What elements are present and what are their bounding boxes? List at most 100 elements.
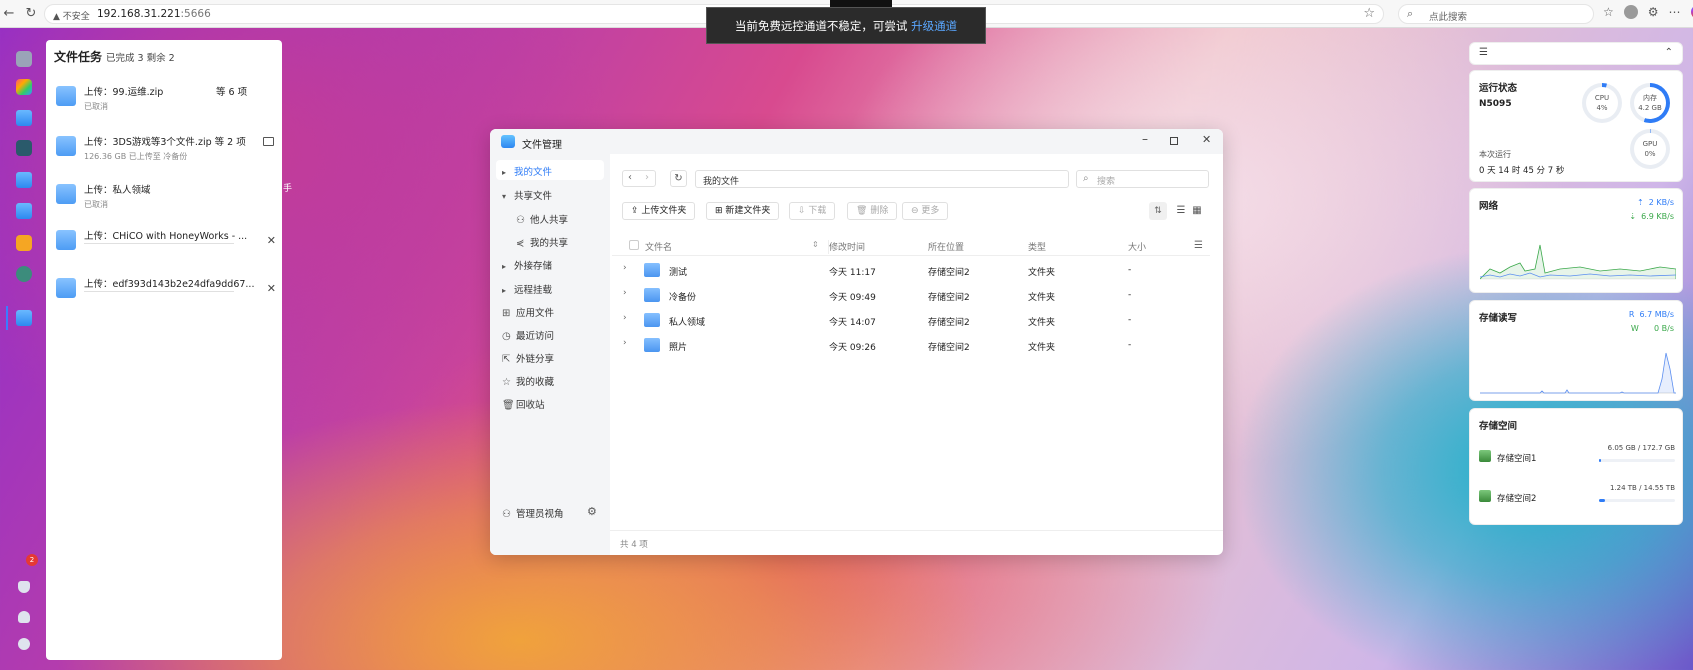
upgrade-channel-link[interactable]: 升级通道 [911,19,957,33]
browser-search-box[interactable]: ⌕ 点此搜索 [1398,4,1594,24]
new-folder-button[interactable]: ⊞ 新建文件夹 [706,202,780,220]
sidebar-item-remote-mount[interactable]: ▸ 远程挂载 [502,282,552,296]
sidebar-item-shared-by-others[interactable]: ⚇ 他人共享 [516,212,568,226]
column-location[interactable]: 所在位置 [928,240,964,253]
external-link-icon: ⇱ [502,354,511,365]
terminal-icon[interactable] [16,140,32,156]
delete-button[interactable]: 🗑 删除 [847,202,898,220]
network-widget: 网络 ⇡ 2 KB/s ⇣ 6.9 KB/s [1469,188,1683,293]
security-indicator[interactable]: ▲ 不安全 [53,9,90,22]
more-button[interactable]: ⊖ 更多 [902,202,949,220]
disk-io-sparkline [1480,352,1676,394]
grid-view-icon[interactable]: ▦ [1188,202,1206,220]
column-size[interactable]: 大小 [1128,240,1146,253]
table-row[interactable]: › 冷备份 今天 09:49 存储空间2 文件夹 - [612,284,1200,308]
storage-volume[interactable]: 存储空间2 1.24 TB / 14.55 TB [1479,484,1675,508]
column-name[interactable]: 文件名 [645,240,672,253]
storage-volume[interactable]: 存储空间1 6.05 GB / 172.7 GB [1479,444,1675,468]
settings-icon[interactable]: ⚙ [1648,5,1659,19]
bell-icon[interactable] [18,581,30,593]
expand-icon[interactable]: › [623,263,627,273]
reload-icon[interactable]: ↻ [22,5,40,23]
refresh-icon[interactable]: ↻ [670,170,687,187]
folder-app-icon[interactable] [16,172,32,188]
back-icon[interactable]: ← [0,5,18,23]
volume-name: 存储空间1 [1497,454,1537,464]
favorites-icon[interactable]: ☆ [1603,5,1614,19]
sidebar-item-recent[interactable]: ◷ 最近访问 [502,328,554,342]
task-name: 上传：edf393d143b2e24dfa9dd67... [84,279,255,290]
settings-app-icon[interactable] [16,266,32,282]
memory-value: 4.2 GB [1638,104,1662,112]
task-item[interactable]: 上传：edf393d143b2e24dfa9dd67... ✕ [56,274,276,312]
close-icon[interactable]: ✕ [267,234,276,247]
sort-indicator-icon[interactable]: ⇕ [812,240,819,249]
forward-icon[interactable]: › [645,172,649,183]
file-modified: 今天 11:17 [829,268,876,278]
download-button[interactable]: ⇩ 下载 [789,202,836,220]
settings-icon[interactable]: ⚙ [587,505,597,518]
task-item[interactable]: 上传：CHiCO with HoneyWorks - ... ✕ [56,226,276,264]
sidebar-item-favorites[interactable]: ☆ 我的收藏 [502,374,554,388]
overflow-text: 手 [283,184,293,194]
gpu-gauge: GPU 0% [1630,129,1670,169]
volume-usage: 1.24 TB / 14.55 TB [1609,484,1675,492]
folder-app-icon[interactable] [16,110,32,126]
upload-folder-button[interactable]: ⇪ 上传文件夹 [622,202,696,220]
table-row[interactable]: › 照片 今天 09:26 存储空间2 文件夹 - [612,334,1200,358]
folder-app-icon[interactable] [16,203,32,219]
widgets-settings-icon[interactable]: ☰ [1479,47,1488,58]
open-folder-icon[interactable] [263,137,274,146]
table-row[interactable]: › 测试 今天 11:17 存储空间2 文件夹 - [612,259,1200,283]
task-extra: 等 6 项 [216,87,248,98]
sidebar-item-link-share[interactable]: ⇱ 外链分享 [502,351,554,365]
user-icon: ⚇ [516,215,525,226]
column-settings-icon[interactable]: ☰ [1194,240,1203,251]
file-search-input[interactable]: ⌕ 搜索 [1076,170,1209,188]
button-label: 更多 [921,206,940,216]
admin-view-toggle[interactable]: ⚇ 管理员视角 [502,506,564,520]
maximize-icon[interactable] [1170,137,1178,145]
sidebar-item-my-files[interactable]: ▸ 我的文件 [502,164,552,178]
sort-icon[interactable]: ⇅ [1149,202,1167,220]
button-label: 删除 [870,206,889,216]
column-modified[interactable]: 修改时间 [829,240,865,253]
collapse-icon[interactable]: ⌃ [1665,47,1673,58]
expand-icon[interactable]: › [623,338,627,348]
task-item[interactable]: 上传：3DS游戏等3个文件.zip 等 2 项 126.36 GB 已上传至 冷… [56,132,276,170]
close-icon[interactable]: ✕ [267,282,276,295]
sidebar-item-shared-files[interactable]: ▾ 共享文件 [502,188,552,202]
task-item[interactable]: 上传：99.运维.zip 等 6 项 已取消 [56,82,276,120]
path-bar[interactable]: 我的文件 [695,170,1069,188]
toast-message: 当前免费远控通道不稳定，可尝试 [734,19,908,33]
sidebar-item-app-files[interactable]: ⊞ 应用文件 [502,305,554,319]
file-manager-dock-icon[interactable] [16,310,32,326]
sidebar-item-my-shares[interactable]: ⋞ 我的共享 [516,235,568,249]
task-item[interactable]: 上传：私人领域 已取消 [56,180,276,218]
file-size: - [1128,290,1132,300]
column-type[interactable]: 类型 [1028,240,1046,253]
user-icon[interactable] [18,611,30,623]
gear-icon[interactable] [18,638,30,650]
upload-rate: ⇡ 2 KB/s [1636,198,1674,207]
close-icon[interactable]: ✕ [1202,133,1211,146]
notes-icon[interactable] [16,235,32,251]
sidebar-item-external-storage[interactable]: ▸ 外接存储 [502,258,552,272]
back-icon[interactable]: ‹ [628,172,632,183]
app-center-icon[interactable] [16,79,32,95]
file-name: 照片 [669,343,688,353]
file-location: 存储空间2 [928,318,970,328]
expand-icon[interactable]: › [623,288,627,298]
title-bar[interactable]: 文件管理 – ✕ [490,129,1223,154]
more-menu-icon[interactable]: ⋯ [1669,5,1681,19]
button-label: 上传文件夹 [641,206,687,216]
minimize-icon[interactable]: – [1142,132,1148,146]
table-row[interactable]: › 私人领域 今天 14:07 存储空间2 文件夹 - [612,309,1200,333]
select-all-checkbox[interactable] [629,240,639,250]
profile-avatar[interactable] [1623,5,1638,19]
expand-icon[interactable]: › [623,313,627,323]
toast-handle [830,0,892,7]
desktop-icon[interactable] [16,51,32,67]
bookmark-star-icon[interactable]: ☆ [1363,6,1375,21]
sidebar-item-trash[interactable]: 🗑回收站 [502,397,545,411]
